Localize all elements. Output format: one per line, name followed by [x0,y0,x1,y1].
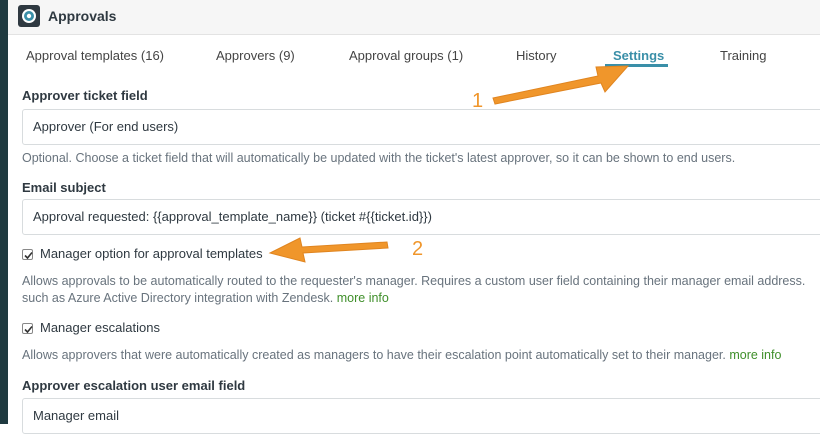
annotation-layer [268,65,630,263]
annotation-number-2: 2 [412,238,424,260]
annotation-number-1: 1 [472,90,484,112]
annotation-arrow-1 [492,65,630,105]
annotation-arrow-2 [268,237,389,263]
